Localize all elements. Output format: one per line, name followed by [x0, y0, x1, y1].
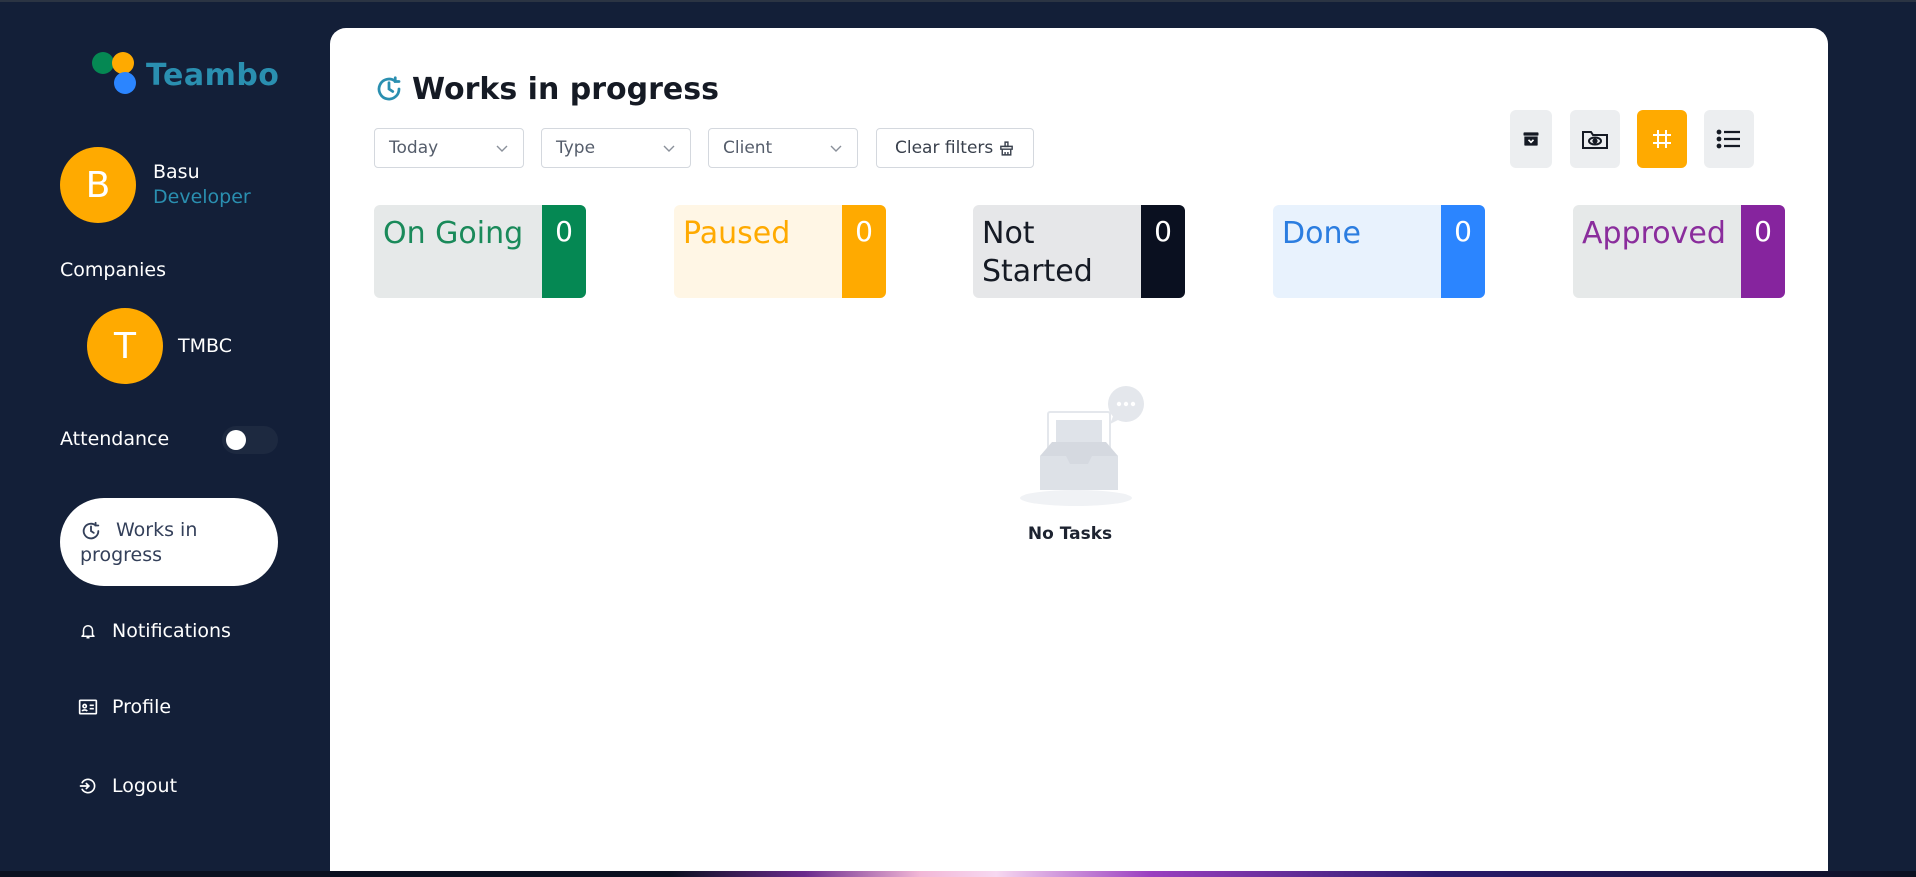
- type-filter-value: Type: [556, 138, 596, 158]
- chevron-down-icon: [663, 145, 675, 152]
- status-count-badge: 0: [1441, 205, 1485, 298]
- status-count-badge: 0: [1141, 205, 1185, 298]
- archive-button[interactable]: [1510, 110, 1552, 168]
- grid-view-button[interactable]: [1637, 110, 1687, 168]
- empty-state-text: No Tasks: [1027, 524, 1113, 544]
- status-count-badge: 0: [542, 205, 586, 298]
- clear-filters-label: Clear filters: [895, 138, 994, 158]
- companies-label: Companies: [60, 259, 167, 281]
- folder-eye-icon: [1582, 131, 1608, 149]
- status-label: Done: [1282, 216, 1361, 251]
- clear-filters-button[interactable]: Clear filters: [876, 128, 1034, 168]
- attendance-toggle[interactable]: [222, 426, 278, 454]
- date-filter-value: Today: [389, 138, 439, 158]
- logout-icon: [78, 776, 98, 796]
- date-filter-dropdown[interactable]: Today: [374, 128, 524, 168]
- company-name[interactable]: TMBC: [178, 335, 232, 357]
- user-name: Basu: [153, 161, 200, 183]
- page-title: Works in progress: [412, 72, 719, 107]
- bell-icon: [78, 621, 98, 641]
- client-filter-dropdown[interactable]: Client: [708, 128, 858, 168]
- type-filter-dropdown[interactable]: Type: [541, 128, 691, 168]
- chevron-down-icon: [496, 145, 508, 152]
- user-avatar[interactable]: B: [60, 147, 136, 223]
- logo-dot-yellow: [112, 52, 134, 74]
- sidebar-item-label: Notifications: [112, 620, 231, 642]
- view-folder-button[interactable]: [1570, 110, 1620, 168]
- status-card-paused[interactable]: Paused 0: [674, 205, 886, 298]
- chevron-down-icon: [830, 145, 842, 152]
- toggle-knob: [226, 430, 246, 450]
- sidebar-item-label: Logout: [112, 775, 178, 797]
- status-card-not-started[interactable]: Not Started 0: [973, 205, 1185, 298]
- status-count-badge: 0: [842, 205, 886, 298]
- status-card-on-going[interactable]: On Going 0: [374, 205, 586, 298]
- empty-inbox-icon: [1020, 386, 1144, 506]
- status-card-done[interactable]: Done 0: [1273, 205, 1485, 298]
- app-name: Teambo: [146, 58, 280, 93]
- clock-icon: [377, 76, 401, 101]
- id-card-icon: [78, 697, 98, 717]
- logo-dot-green: [92, 52, 114, 74]
- grid-hash-icon: [1653, 130, 1671, 148]
- status-label: Paused: [683, 216, 791, 251]
- user-role: Developer: [153, 186, 251, 208]
- client-filter-value: Client: [723, 138, 773, 158]
- logo-dot-blue: [114, 72, 136, 94]
- desktop-wallpaper-strip: [0, 871, 1916, 877]
- status-count-badge: 0: [1741, 205, 1785, 298]
- sidebar-item-logout[interactable]: Logout: [78, 771, 177, 801]
- sidebar-item-label: Works in progress: [80, 519, 198, 566]
- main-panel: Works in progress Today Type Client Clea…: [330, 28, 1828, 871]
- company-avatar[interactable]: T: [87, 308, 163, 384]
- app-logo[interactable]: Teambo: [92, 50, 292, 100]
- filter-clear-icon: [1000, 141, 1013, 156]
- attendance-label: Attendance: [60, 428, 170, 450]
- list-view-button[interactable]: [1704, 110, 1754, 168]
- sidebar-item-profile[interactable]: Profile: [78, 692, 171, 722]
- sidebar-item-works-in-progress[interactable]: Works in progress: [60, 498, 278, 586]
- list-icon: [1716, 129, 1740, 149]
- sidebar-item-notifications[interactable]: Notifications: [78, 616, 231, 646]
- status-card-approved[interactable]: Approved 0: [1573, 205, 1785, 298]
- status-label: On Going: [383, 216, 524, 251]
- status-label: Approved: [1582, 216, 1726, 251]
- sidebar-item-label: Profile: [112, 696, 172, 718]
- archive-icon: [1523, 132, 1539, 146]
- sidebar: Teambo B Basu Developer Companies T TMBC…: [0, 0, 330, 871]
- status-label: Not Started: [982, 216, 1093, 289]
